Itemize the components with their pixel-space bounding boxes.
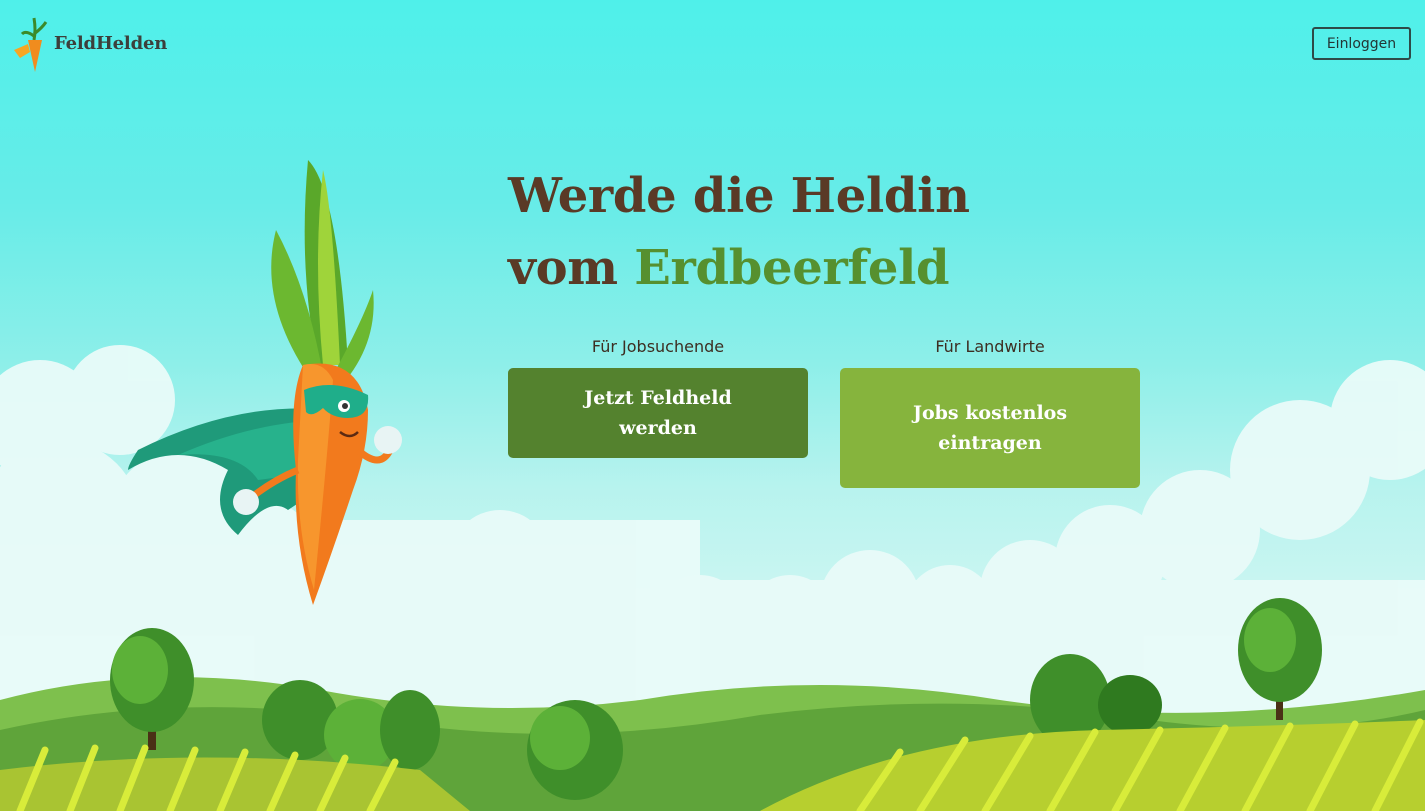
- superhero-carrot-illustration: [128, 160, 402, 605]
- brand-logo[interactable]: FeldHelden: [12, 14, 167, 72]
- carrot-logo-icon: [14, 17, 48, 72]
- hero-headline: Werde die Heldin vom Erdbeerfeld: [508, 160, 970, 304]
- headline-line-2-prefix: vom: [508, 240, 635, 296]
- headline-accent: Erdbeerfeld: [634, 240, 950, 296]
- post-jobs-free-button[interactable]: Jobs kostenlos eintragen: [840, 368, 1140, 488]
- login-button[interactable]: Einloggen: [1312, 27, 1411, 60]
- cta-jobseekers: Für Jobsuchende Jetzt Feldheld werden: [508, 336, 808, 458]
- brand-name: FeldHelden: [54, 32, 168, 54]
- jobseekers-label: Für Jobsuchende: [591, 337, 725, 356]
- cta-farmers: Für Landwirte Jobs kostenlos eintragen: [840, 336, 1140, 488]
- become-feldheld-button[interactable]: Jetzt Feldheld werden: [508, 368, 808, 458]
- farmers-label: Für Landwirte: [935, 337, 1045, 356]
- headline-line-1: Werde die Heldin: [508, 168, 970, 224]
